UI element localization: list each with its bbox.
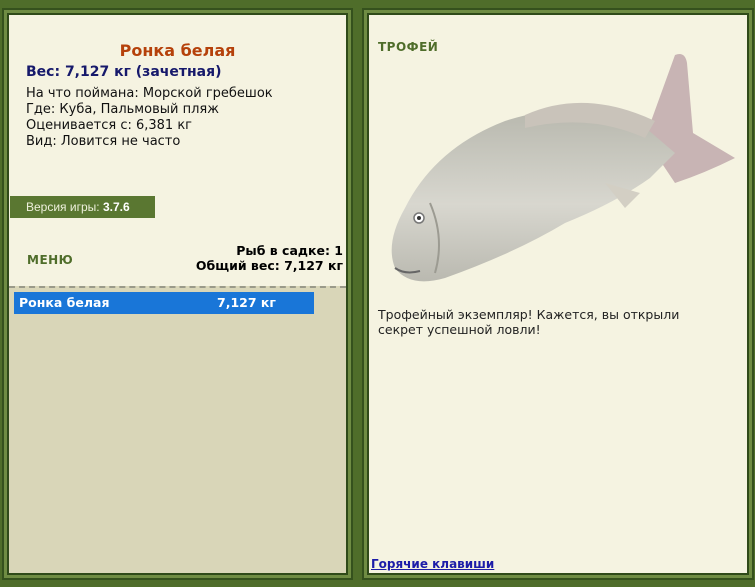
game-version: Версия игры: 3.7.6 xyxy=(10,196,155,218)
menu-button[interactable]: МЕНЮ xyxy=(27,253,73,267)
keepnet-stats: Рыб в садке: 1 Общий вес: 7,127 кг xyxy=(196,243,343,273)
keepnet-row-name: Ронка белая xyxy=(19,295,110,310)
hotkeys-link[interactable]: Горячие клавиши xyxy=(371,557,494,571)
keepnet-total: Общий вес: 7,127 кг xyxy=(195,258,343,273)
fish-weight: Вес: 7,127 кг (зачетная) xyxy=(26,64,222,80)
catch-info-panel: Ронка белая Вес: 7,127 кг (зачетная) На … xyxy=(4,10,351,578)
fish-name: Ронка белая xyxy=(119,41,236,60)
kind-info: Вид: Ловится не часто xyxy=(26,134,181,149)
keepnet-count: Рыб в садке: 1 xyxy=(236,243,343,258)
bait-info: На что поймана: Морской гребешок xyxy=(26,86,273,101)
trophy-panel: ТРОФЕЙ Трофейный экземпляр! Кажется, вы … xyxy=(364,10,752,578)
fish-image xyxy=(391,54,735,282)
keepnet-row-weight: 7,127 кг xyxy=(217,295,276,310)
valued-info: Оценивается с: 6,381 кг xyxy=(26,118,193,133)
keepnet-row[interactable]: Ронка белая 7,127 кг xyxy=(14,292,314,314)
version-label: Версия игры: xyxy=(26,200,100,214)
keepnet-list-area xyxy=(9,286,346,573)
location-info: Где: Куба, Пальмовый пляж xyxy=(26,102,219,117)
version-value: 3.7.6 xyxy=(102,200,130,214)
trophy-description: Трофейный экземпляр! Кажется, вы открыли… xyxy=(378,307,680,337)
